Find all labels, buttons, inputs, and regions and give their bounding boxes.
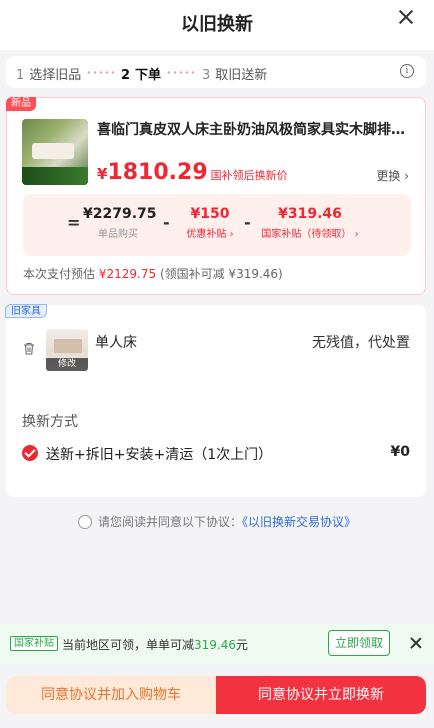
method-option[interactable]: 送新+拆旧+安装+清运（1次上门） [46,444,272,464]
agreement-row: 请您阅读并同意以下协议：《以旧换新交易协议》 [0,513,434,530]
add-to-cart-button[interactable]: 同意协议并加入购物车 [6,676,216,714]
new-product-card: 新品 喜临门真皮双人床主卧奶油风极简家具实木脚排骨架大床 ¥1810.29 国补领… [6,97,426,295]
page-title: 以旧换新 [181,14,253,35]
gov-subsidy-tag: 国家补贴 [10,636,58,651]
trade-in-price: ¥1810.29 国补领后换新价 [97,160,288,185]
checked-icon[interactable] [22,445,38,461]
product-title[interactable]: 喜临门真皮双人床主卧奶油风极简家具实木脚排骨架大床 [97,119,415,139]
agreement-radio[interactable] [77,515,92,529]
old-furniture-card: 旧家具 修改 单人床 无残值，代处置 换新方式 送新+拆旧+安装+清运（1次上门… [5,304,426,497]
product-thumbnail[interactable] [22,119,88,185]
gov-subsidy[interactable]: ¥319.46 国家补贴（待领取） › [255,206,365,240]
equals-sign: = [67,213,81,232]
close-icon[interactable] [410,637,422,649]
old-furniture-tag: 旧家具 [5,304,47,318]
base-price: ¥2279.75 单品购买 [83,206,157,240]
minus-sign: - [163,213,170,232]
step-select-old: 1 选择旧品 [16,68,82,83]
old-item-name: 单人床 [95,335,137,351]
old-item-status: 无残值，代处置 [312,335,410,351]
trash-icon[interactable] [23,342,35,355]
close-icon[interactable] [396,7,416,27]
method-title: 换新方式 [22,414,78,430]
method-price: ¥0 [390,444,410,460]
step-divider [86,71,116,74]
trade-in-now-button[interactable]: 同意协议并立即换新 [216,676,426,714]
step-order: 2 下单 [121,68,162,83]
agreement-text: 请您阅读并同意以下协议： [97,515,242,529]
header-bar: 以旧换新 [0,0,434,50]
old-item-thumbnail[interactable]: 修改 [46,329,88,371]
claim-button[interactable]: 立即领取 [328,630,390,656]
info-icon[interactable]: i [400,64,414,78]
agreement-link[interactable]: 《以旧换新交易协议》 [242,515,356,529]
price-breakdown: = ¥2279.75 单品购买 - ¥150 优惠补贴 › - ¥319.46 … [23,194,411,256]
step-deliver: 3 取旧送新 [202,68,268,83]
new-product-tag: 新品 [6,97,36,111]
subsidy-banner: 国家补贴 当前地区可领，单单可减319.46元 立即领取 [0,624,434,664]
minus-sign: - [244,213,251,232]
progress-steps: 1 选择旧品 2 下单 3 取旧送新 i [6,56,426,88]
step-divider [166,71,196,74]
payment-estimate: 本次支付预估 ¥2129.75 (领国补可减 ¥319.46) [23,267,283,281]
modify-button[interactable]: 修改 [46,358,88,371]
subsidy-text: 当前地区可领，单单可减319.46元 [62,638,249,652]
discount-subsidy[interactable]: ¥150 优惠补贴 › [175,206,245,240]
change-product-button[interactable]: 更换 › [376,167,409,184]
